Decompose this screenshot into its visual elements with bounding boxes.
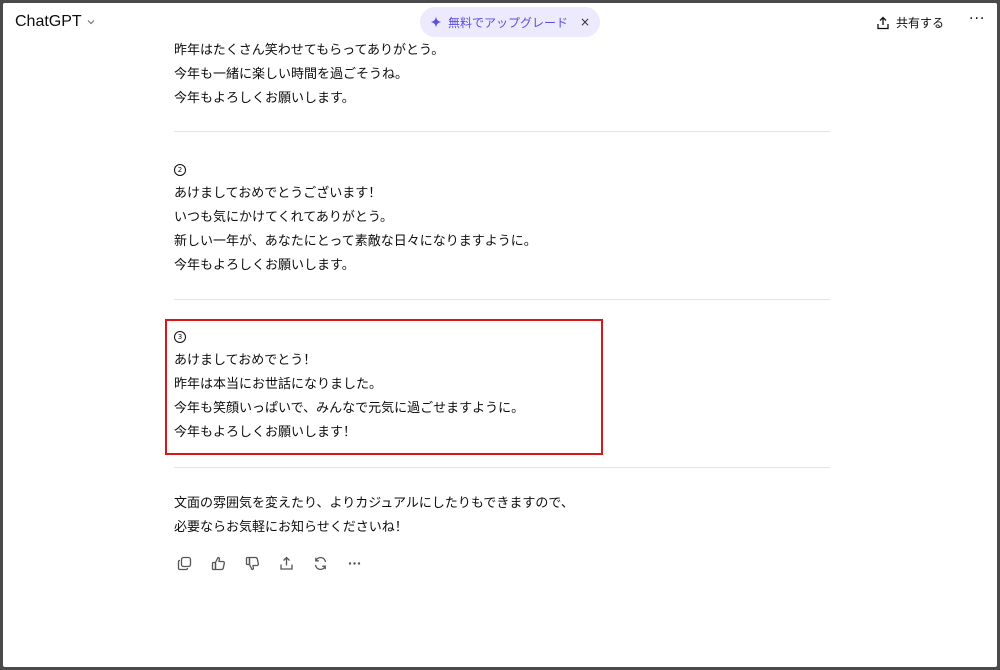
message-line: 必要ならお気軽にお知らせくださいね！ <box>174 520 408 535</box>
share-label: 共有する <box>896 16 945 30</box>
more-options-button[interactable]: ··· <box>969 11 985 27</box>
copy-button[interactable] <box>175 554 193 572</box>
thumbs-down-button[interactable] <box>243 554 261 572</box>
thumbs-down-icon <box>245 556 259 570</box>
message-line: 昨年はたくさん笑わせてもらってありがとう。 <box>174 43 445 58</box>
option-number: 2 <box>174 163 186 176</box>
divider <box>174 467 830 468</box>
message-line: 新しい一年が、あなたにとって素敵な日々になりますように。 <box>174 234 537 249</box>
message-actions <box>175 554 363 572</box>
highlight-box <box>165 319 603 455</box>
message-line: 今年もよろしくお願いします。 <box>174 258 355 273</box>
upgrade-banner: 無料でアップグレード × <box>420 7 601 37</box>
previous-option: 昨年はたくさん笑わせてもらってありがとう。 今年も一緒に楽しい時間を過ごそうね。… <box>174 39 830 111</box>
share-icon <box>877 16 889 29</box>
divider <box>174 131 830 132</box>
chevron-down-icon <box>87 20 95 25</box>
thumbs-up-button[interactable] <box>209 554 227 572</box>
option-2: 2 あけましておめでとうございます！ いつも気にかけてくれてありがとう。 新しい… <box>174 158 830 278</box>
copy-icon <box>177 556 191 570</box>
message-line: 今年もよろしくお願いします。 <box>174 91 355 106</box>
message-line: 文面の雰囲気を変えたり、よりカジュアルにしたりもできますので、 <box>174 496 574 511</box>
upgrade-button[interactable]: 無料でアップグレード <box>448 14 568 31</box>
top-bar: ChatGPT 無料でアップグレード × 共有する ··· <box>3 3 997 43</box>
message-line: いつも気にかけてくれてありがとう。 <box>174 210 394 225</box>
regenerate-button[interactable] <box>311 554 329 572</box>
more-icon <box>348 561 360 565</box>
chat-window: ChatGPT 無料でアップグレード × 共有する ··· 昨年はたくさん笑わせ… <box>3 3 997 667</box>
share-response-button[interactable] <box>277 554 295 572</box>
model-selector[interactable]: ChatGPT <box>15 13 96 31</box>
message-line: あけましておめでとうございます！ <box>174 186 382 201</box>
sparkle-icon <box>430 16 442 28</box>
regenerate-icon <box>314 556 326 570</box>
closing-message: 文面の雰囲気を変えたり、よりカジュアルにしたりもできますので、 必要ならお気軽に… <box>174 492 830 540</box>
share-button[interactable]: 共有する <box>876 14 944 31</box>
thumbs-up-icon <box>211 556 225 570</box>
share-icon <box>279 556 293 570</box>
more-actions-button[interactable] <box>345 554 363 572</box>
message-line: 今年も一緒に楽しい時間を過ごそうね。 <box>174 67 409 82</box>
app-title: ChatGPT <box>15 13 82 30</box>
close-icon[interactable]: × <box>580 15 590 29</box>
divider <box>174 299 830 300</box>
